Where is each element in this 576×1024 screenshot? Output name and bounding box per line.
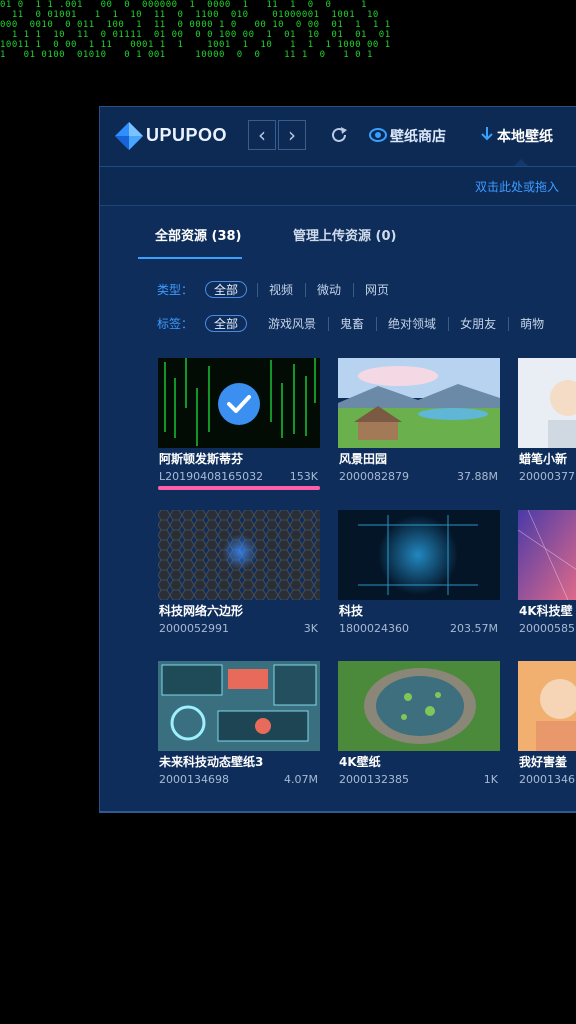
card-id: 2000132385 [339,773,409,786]
card-id: 2000052991 [159,622,229,635]
refresh-icon[interactable] [328,124,350,146]
card-id: 2000134698 [159,773,229,786]
wallpaper-card[interactable]: 科技 1800024360 203.57M [338,510,500,640]
progress-fill [158,486,320,490]
wallpaper-card[interactable]: 风景田园 2000082879 37.88M [338,358,500,488]
card-title: 风景田园 [339,452,388,466]
type-filter-row: 类型： 全部 视频 微动 网页 [157,281,401,298]
card-size: 203.57M [450,622,498,635]
card-title: 未来科技动态壁纸3 [159,755,264,769]
type-filter-all[interactable]: 全部 [205,281,248,298]
card-size: 153K [289,470,318,483]
tech-4k-thumbnail-image [518,510,576,600]
store-label: 壁纸商店 [390,129,446,145]
wallpaper-thumbnail[interactable] [518,661,576,751]
card-size: 1K [483,773,498,786]
type-filter-option[interactable]: 微动 [305,283,353,297]
type-filter-option[interactable]: 网页 [353,283,401,297]
logo-icon [115,122,143,150]
tag-filter-option[interactable]: 萌物 [508,317,556,331]
divider [100,166,576,167]
card-id: 20001346 [519,773,575,786]
tag-filter-all[interactable]: 全部 [205,315,248,332]
wallpaper-thumbnail[interactable] [338,510,500,600]
wallpaper-thumbnail[interactable] [158,661,320,751]
drop-hint[interactable]: 双击此处或拖入 [475,178,559,195]
card-title: 4K科技壁 [519,604,573,618]
card-id: 20000585 [519,622,575,635]
back-button[interactable]: ‹ [248,120,276,150]
hexagon-thumbnail-image [158,510,320,600]
card-id: 1800024360 [339,622,409,635]
card-title: 我好害羞 [519,755,568,769]
card-id: L20190408165032 [159,470,264,483]
wallpaper-card[interactable]: 科技网络六边形 2000052991 3K [158,510,320,640]
wallpaper-card[interactable]: 4K科技壁 20000585 [518,510,576,640]
active-tab-caret [514,159,528,166]
code-line: 1 01 0100 01010 0 1 001 10000 0 0 11 1 0… [0,50,373,60]
wallpaper-card[interactable]: 阿斯顿发斯蒂芬 L20190408165032 153K [158,358,320,490]
wallpaper-card[interactable]: 4K壁纸 2000132385 1K [338,661,500,791]
tech-thumbnail-image [338,510,500,600]
tab-all-resources[interactable]: 全部资源 (38) [155,225,242,244]
type-filter-option[interactable]: 视频 [257,283,305,297]
wallpaper-thumbnail[interactable] [338,661,500,751]
code-line: 1 1 1 10 11 0 01111 01 00 0 0 100 00 1 0… [0,30,391,40]
tag-filter-row: 标签： 全部 游戏风景 鬼畜 绝对领域 女朋友 萌物 [157,315,556,332]
card-size: 37.88M [457,470,498,483]
card-title: 4K壁纸 [339,755,381,769]
selected-check-icon [218,383,260,425]
upload-progress-bar [158,486,320,490]
wallpaper-thumbnail[interactable] [338,358,500,448]
well-thumbnail-image [338,661,500,751]
code-line: 01 0 1 1 .001 00 0 000000 1 0000 1 11 1 … [0,0,367,10]
card-title: 科技网络六边形 [159,604,244,618]
tag-filter-option[interactable]: 鬼畜 [328,317,376,331]
card-id: 20000377 [519,470,575,483]
wallpaper-card[interactable]: 我好害羞 20001346 [518,661,576,791]
card-size: 3K [303,622,318,635]
top-bar: UPUPOO ‹ › 壁纸商店 本地壁纸 双击此处或拖入 [100,107,576,205]
matrix-code-background: 01 0 1 1 .001 00 0 000000 1 0000 1 11 1 … [0,0,576,62]
upupoo-window: UPUPOO ‹ › 壁纸商店 本地壁纸 双击此处或拖入 全部资源 (38) 管… [99,106,576,813]
tag-filter-option[interactable]: 游戏风景 [257,317,328,331]
local-label: 本地壁纸 [497,129,553,145]
card-id: 2000082879 [339,470,409,483]
anime-thumbnail-image [518,661,576,751]
cartoon-thumbnail-image [518,358,576,448]
store-globe-icon [369,128,387,142]
landscape-thumbnail-image [338,358,500,448]
tag-label: 标签： [157,317,194,331]
card-title: 蜡笔小新 [519,452,568,466]
forward-button[interactable]: › [278,120,306,150]
wallpaper-card[interactable]: 未来科技动态壁纸3 2000134698 4.07M [158,661,320,791]
hud-thumbnail-image [158,661,320,751]
wallpaper-thumbnail[interactable] [158,358,320,448]
card-title: 阿斯顿发斯蒂芬 [159,452,244,466]
wallpaper-thumbnail[interactable] [158,510,320,600]
active-tab-underline [138,257,242,259]
code-line: 000 0010 0 011 100 1 11 0 0000 1 0 00 10… [0,20,391,30]
tag-filter-option[interactable]: 绝对领域 [376,317,448,331]
wallpaper-thumbnail[interactable] [518,358,576,448]
code-line: 10011 1 0 00 1 11 0001 1 1 1001 1 10 1 1… [0,40,391,50]
divider [100,205,576,206]
type-label: 类型： [157,283,194,297]
card-size: 4.07M [284,773,318,786]
wallpaper-card[interactable]: 蜡笔小新 20000377 [518,358,576,488]
tag-filter-option[interactable]: 女朋友 [448,317,508,331]
logo-text: UPUPOO [146,125,228,145]
wallpaper-thumbnail[interactable] [518,510,576,600]
download-icon [481,127,493,141]
tab-manage-uploads[interactable]: 管理上传资源 (0) [293,225,396,244]
app-logo[interactable]: UPUPOO [114,121,232,151]
card-title: 科技 [339,604,364,618]
code-line: 11 0 01001 1 1 10 11 0 1100 010 01000001… [0,10,379,20]
